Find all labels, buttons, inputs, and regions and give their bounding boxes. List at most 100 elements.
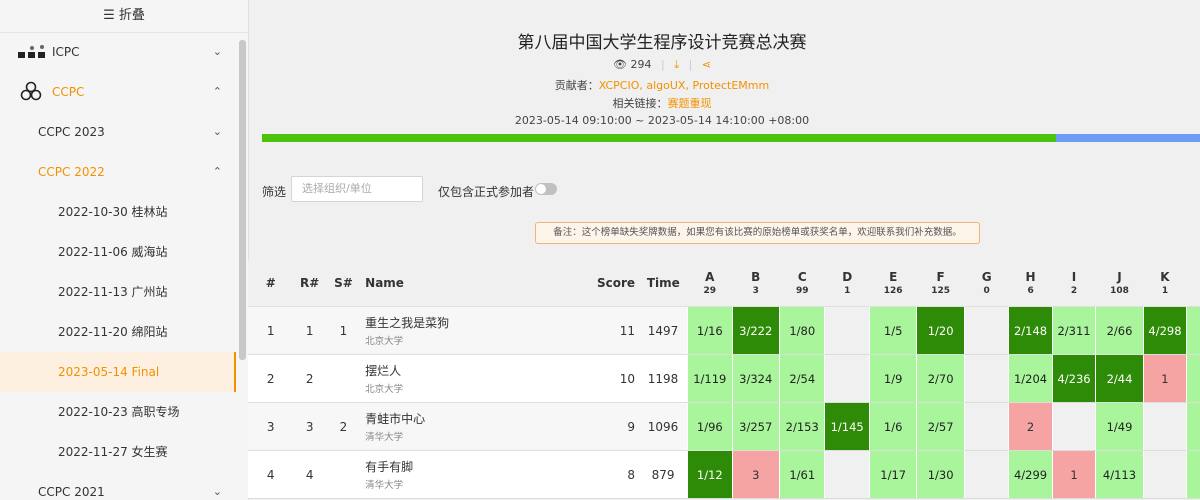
contest-time-range: 2023-05-14 09:10:00 ~ 2023-05-14 14:10:0… [514,114,810,127]
problem-status-cell[interactable] [963,354,1010,403]
menu-item-icpc[interactable]: ICPC ⌄ [0,32,236,72]
problem-header-b[interactable]: B3 [732,260,780,307]
name-header[interactable]: Name [361,260,583,307]
s-rank-header[interactable]: S# [325,260,362,307]
rank-header[interactable]: # [248,260,294,307]
problem-status-cell[interactable]: 1 [1051,450,1097,499]
problem-status-cell[interactable] [1051,402,1097,451]
table-row[interactable]: 4 4 有手有脚 清华大学 8 879 1/12 3 1/61 1/17 1/30 4/299 1 4/1… [248,450,1200,499]
problem-header-k[interactable]: K1 [1143,260,1187,307]
problem-status-cell[interactable] [1142,450,1188,499]
problem-status-cell[interactable]: 1 [1142,354,1188,403]
menu-item-final[interactable]: 2023-05-14 Final [0,352,236,392]
problem-status-cell[interactable]: 1/80 [778,306,826,355]
menu-item-girls[interactable]: 2022-11-27 女生赛 [0,432,236,472]
problem-status-cell[interactable]: 2 [1008,402,1053,451]
problem-status-cell[interactable]: 1/8 [1186,402,1200,451]
problem-status-cell[interactable]: 2/311 [1051,306,1097,355]
table-row[interactable]: 2 2 摆烂人 北京大学 10 1198 1/119 3/324 2/54 1/9 2/70 1/20… [248,354,1200,403]
team-name[interactable]: 青蛙市中心 [365,410,582,427]
problem-status-cell[interactable]: 1/145 [824,402,870,451]
problem-header-f[interactable]: F 125 [916,260,965,307]
problem-header-l[interactable]: L48 [1186,260,1200,307]
sidebar-scrollbar-thumb[interactable] [239,40,246,360]
problem-status-cell[interactable]: 1/17 [868,450,918,499]
problem-status-cell[interactable]: 1/16 [687,306,733,355]
menu-item-guilin[interactable]: 2022-10-30 桂林站 [0,192,236,232]
problem-status-cell[interactable]: 2/153 [778,402,826,451]
problem-status-cell[interactable]: 2/44 [1095,354,1144,403]
problem-status-cell[interactable] [824,354,870,403]
problem-status-cell[interactable]: 1/1 [1186,354,1200,403]
problem-status-cell[interactable]: 1/119 [687,354,733,403]
penalty-time-cell: 1096 [639,402,688,451]
problem-status-cell[interactable]: 3/257 [731,402,781,451]
problem-status-cell[interactable]: 1/204 [1008,354,1053,403]
problem-status-cell[interactable]: 1/12 [687,450,733,499]
problem-status-cell[interactable] [824,306,870,355]
team-name[interactable]: 重生之我是菜狗 [365,314,582,331]
problem-status-cell[interactable]: 4/113 [1095,450,1144,499]
chevron-down-icon: ⌄ [212,125,222,138]
problem-status-cell[interactable]: 4/236 [1051,354,1097,403]
official-only-toggle[interactable] [535,183,557,195]
problem-status-cell[interactable]: 2/148 [1008,306,1053,355]
table-row[interactable]: 1 1 1 重生之我是菜狗 北京大学 11 1497 1/16 3/222 1/80 1/5 1/20… [248,306,1200,355]
problem-header-i[interactable]: I2 [1052,260,1096,307]
problem-status-cell[interactable]: 2/70 [916,354,965,403]
menu-item-guangzhou[interactable]: 2022-11-13 广州站 [0,272,236,312]
time-header[interactable]: Time [639,260,688,307]
problem-status-cell[interactable]: 3/324 [731,354,781,403]
menu-item-vocational[interactable]: 2022-10-23 高职专场 [0,392,236,432]
menu-item-ccpc[interactable]: CCPC ⌃ [0,72,236,112]
problem-replay-link[interactable]: 赛题重现 [668,97,712,110]
problem-header-h[interactable]: H6 [1008,260,1053,307]
problem-status-cell[interactable]: 4/298 [1142,306,1188,355]
problem-status-cell[interactable] [1142,402,1188,451]
problem-status-cell[interactable]: 1/49 [1095,402,1144,451]
problem-header-e[interactable]: E 126 [869,260,917,307]
collapse-sidebar-button[interactable]: ☰ 折叠 [0,0,248,33]
problem-status-cell[interactable]: 1/61 [778,450,826,499]
problem-status-cell[interactable]: 3 [731,450,781,499]
menu-item-mianyang[interactable]: 2022-11-20 绵阳站 [0,312,236,352]
problem-status-cell[interactable]: 2/66 [1095,306,1144,355]
problem-status-cell[interactable]: 2/57 [916,402,965,451]
problem-status-cell[interactable]: 1/5 [868,306,918,355]
problem-header-d[interactable]: D1 [824,260,870,307]
problem-header-a[interactable]: A 29 [687,260,733,307]
contributors-links[interactable]: XCPCIO, algoUX, ProtectEMmm [599,79,769,92]
share-icon[interactable]: ⋖ [702,58,711,71]
menu-item-ccpc-2021[interactable]: CCPC 2021 ⌄ [0,472,236,500]
menu-item-label: CCPC 2023 [38,125,105,139]
problem-header-j[interactable]: J 108 [1095,260,1144,307]
menu-item-ccpc-2023[interactable]: CCPC 2023 ⌄ [0,112,236,152]
team-name[interactable]: 摆烂人 [365,362,582,379]
problem-status-cell[interactable]: 1/1 [1186,450,1200,499]
score-header[interactable]: Score [582,260,640,307]
problem-status-cell[interactable]: 1/6 [868,402,918,451]
problem-status-cell[interactable]: 1/9 [868,354,918,403]
problem-status-cell[interactable] [963,450,1010,499]
menu-item-ccpc-2022[interactable]: CCPC 2022 ⌃ [0,152,236,192]
problem-status-cell[interactable]: 3/222 [731,306,781,355]
problem-status-cell[interactable]: 2/54 [778,354,826,403]
problem-status-cell[interactable] [963,306,1010,355]
problem-solved-count: 1 [1161,286,1169,296]
download-icon[interactable]: ⤓ [674,58,679,71]
problem-status-cell[interactable]: 4/299 [1008,450,1053,499]
table-row[interactable]: 3 3 2 青蛙市中心 清华大学 9 1096 1/96 3/257 2/153 1/145 1/6 2… [248,402,1200,451]
problem-status-cell[interactable] [963,402,1010,451]
problem-header-g[interactable]: G0 [964,260,1009,307]
r-rank-header[interactable]: R# [293,260,326,307]
problem-status-cell[interactable]: 1/96 [687,402,733,451]
problem-status-cell[interactable]: 5/1 [1186,306,1200,355]
problem-header-c[interactable]: C 99 [779,260,825,307]
sidebar-scrollbar[interactable] [237,40,248,500]
team-name[interactable]: 有手有脚 [365,458,582,475]
problem-status-cell[interactable] [824,450,870,499]
problem-status-cell[interactable]: 1/20 [916,306,965,355]
organization-filter-select[interactable]: 选择组织/单位 [291,176,423,202]
problem-status-cell[interactable]: 1/30 [916,450,965,499]
menu-item-weihai[interactable]: 2022-11-06 威海站 [0,232,236,272]
